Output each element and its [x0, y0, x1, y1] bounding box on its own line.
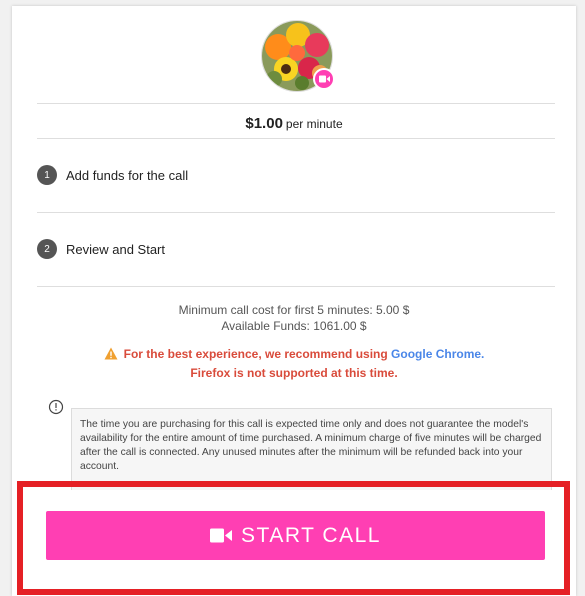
step-label: Add funds for the call: [66, 167, 189, 183]
info-circle-icon: [48, 399, 64, 415]
browser-warning-line1: For the best experience, we recommend us…: [12, 347, 576, 363]
warning-period: .: [481, 347, 485, 361]
step-add-funds[interactable]: 1 Add funds for the call: [37, 165, 188, 185]
highlight-frame: [17, 481, 570, 595]
video-camera-icon: [313, 68, 335, 90]
warning-text: For the best experience, we recommend us…: [123, 347, 388, 361]
available-funds: Available Funds: 1061.00 $: [221, 319, 367, 333]
step-label: Review and Start: [66, 241, 165, 257]
divider: [37, 138, 555, 139]
divider: [37, 212, 555, 213]
divider: [37, 103, 555, 104]
warning-triangle-icon: [104, 347, 118, 363]
step-review-and-start[interactable]: 2 Review and Start: [37, 239, 165, 259]
step-number-badge: 2: [37, 239, 57, 259]
step-number-badge: 1: [37, 165, 57, 185]
google-chrome-link[interactable]: Google Chrome: [391, 347, 481, 361]
divider: [37, 286, 555, 287]
browser-warning-line2: Firefox is not supported at this time.: [190, 366, 398, 380]
price-amount: $1.00: [245, 115, 283, 132]
price-unit: per minute: [285, 117, 343, 131]
profile-avatar[interactable]: [261, 20, 335, 92]
minimum-call-cost: Minimum call cost for first 5 minutes: 5…: [178, 303, 410, 317]
disclaimer-box: The time you are purchasing for this cal…: [71, 408, 552, 490]
price-per-minute: $1.00 per minute: [12, 110, 576, 138]
